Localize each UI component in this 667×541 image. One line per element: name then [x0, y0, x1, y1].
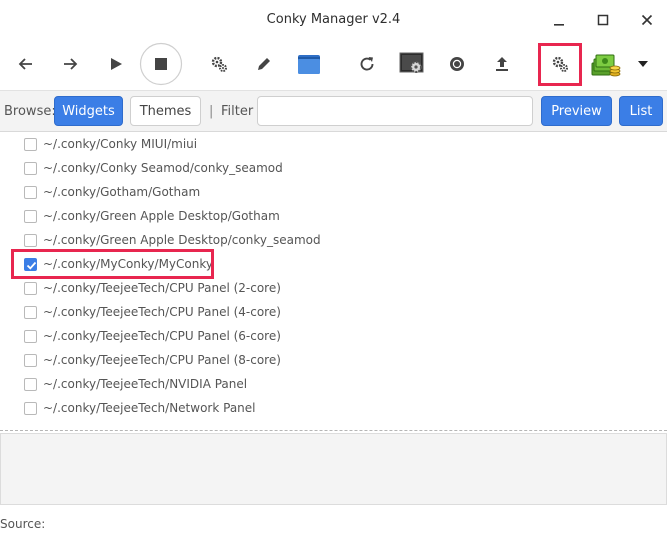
pane-splitter[interactable]: [0, 430, 667, 431]
list-item[interactable]: ~/.conky/TeejeeTech/CPU Panel (4-core): [0, 301, 667, 325]
list-item[interactable]: ~/.conky/Conky Seamod/conky_seamod: [0, 157, 667, 181]
forward-arrow-icon: [64, 58, 78, 70]
list-item-label: ~/.conky/Green Apple Desktop/conky_seamo…: [43, 233, 321, 247]
list-item[interactable]: ~/.conky/TeejeeTech/CPU Panel (2-core): [0, 277, 667, 301]
info-panel: [0, 433, 667, 505]
toolbar-separator: |: [209, 104, 214, 119]
pencil-icon: [258, 58, 270, 70]
preview-button[interactable]: Preview: [541, 96, 612, 126]
list-item-label: ~/.conky/Conky MIUI/miui: [43, 137, 198, 151]
stop-icon: [139, 42, 183, 86]
refresh-icon: [360, 57, 374, 71]
refresh-button[interactable]: [347, 44, 387, 84]
checkbox[interactable]: [24, 378, 37, 391]
minimize-icon: [554, 24, 564, 26]
list-item-label: ~/.conky/TeejeeTech/CPU Panel (6-core): [43, 329, 281, 343]
menu-dropdown-button[interactable]: [625, 44, 661, 84]
browse-label: Browse:: [4, 104, 56, 119]
checkbox[interactable]: [24, 354, 37, 367]
close-button[interactable]: [633, 8, 661, 32]
gears-button[interactable]: [199, 44, 239, 84]
record-button[interactable]: [437, 44, 477, 84]
checkbox[interactable]: [24, 162, 37, 175]
list-item[interactable]: ~/.conky/TeejeeTech/Network Panel: [0, 397, 667, 421]
checkbox[interactable]: [24, 306, 37, 319]
record-icon: [450, 57, 464, 71]
title-bar: Conky Manager v2.4: [0, 0, 667, 40]
minimize-button[interactable]: [545, 8, 573, 32]
checkbox[interactable]: [24, 138, 37, 151]
list-item[interactable]: ~/.conky/TeejeeTech/NVIDIA Panel: [0, 373, 667, 397]
open-folder-button[interactable]: [289, 44, 329, 84]
list-item-label: ~/.conky/TeejeeTech/CPU Panel (8-core): [43, 353, 281, 367]
list-item-label: ~/.conky/TeejeeTech/CPU Panel (2-core): [43, 281, 281, 295]
edit-button[interactable]: [244, 44, 284, 84]
checkbox[interactable]: [24, 282, 37, 295]
maximize-button[interactable]: [589, 8, 617, 32]
list-item[interactable]: ~/.conky/TeejeeTech/CPU Panel (8-core): [0, 349, 667, 373]
play-button[interactable]: [96, 44, 136, 84]
list-item-label: ~/.conky/TeejeeTech/Network Panel: [43, 401, 256, 415]
dropdown-arrow-icon: [638, 61, 648, 67]
list-item-label: ~/.conky/TeejeeTech/NVIDIA Panel: [43, 377, 248, 391]
list-item[interactable]: ~/.conky/Conky MIUI/miui: [0, 133, 667, 157]
list-item-label: ~/.conky/Gotham/Gotham: [43, 185, 201, 199]
donate-money-icon: [591, 54, 621, 77]
back-button[interactable]: [6, 44, 46, 84]
filter-input[interactable]: [257, 96, 533, 126]
stop-button[interactable]: [139, 42, 183, 86]
desktop-settings-icon: [399, 52, 424, 73]
close-icon: [641, 14, 653, 26]
list-item-label: ~/.conky/TeejeeTech/CPU Panel (4-core): [43, 305, 281, 319]
forward-button[interactable]: [50, 44, 90, 84]
widget-list: ~/.conky/Conky MIUI/miui ~/.conky/Conky …: [0, 131, 667, 429]
list-item[interactable]: ~/.conky/TeejeeTech/CPU Panel (6-core): [0, 325, 667, 349]
selected-item-highlight-box: [11, 249, 214, 279]
gears-icon: [211, 56, 227, 72]
list-button[interactable]: List: [619, 96, 663, 126]
widgets-button[interactable]: Widgets: [54, 96, 123, 126]
checkbox[interactable]: [24, 330, 37, 343]
maximize-icon: [597, 14, 609, 26]
settings-highlight-box: [538, 43, 582, 86]
checkbox[interactable]: [24, 210, 37, 223]
upload-button[interactable]: [482, 44, 522, 84]
donate-button[interactable]: [586, 44, 626, 84]
desktop-settings-button[interactable]: [392, 44, 432, 84]
filter-label: Filter: [221, 104, 254, 119]
back-arrow-icon: [18, 58, 32, 70]
list-item-label: ~/.conky/Conky Seamod/conky_seamod: [43, 161, 283, 175]
list-item-label: ~/.conky/Green Apple Desktop/Gotham: [43, 209, 280, 223]
checkbox[interactable]: [24, 402, 37, 415]
list-item[interactable]: ~/.conky/Green Apple Desktop/Gotham: [0, 205, 667, 229]
folder-icon: [298, 55, 320, 74]
browse-bar: Browse: Widgets Themes | Filter Preview …: [0, 90, 667, 132]
list-item[interactable]: ~/.conky/Gotham/Gotham: [0, 181, 667, 205]
checkbox[interactable]: [24, 186, 37, 199]
themes-button[interactable]: Themes: [130, 96, 201, 126]
checkbox[interactable]: [24, 234, 37, 247]
upload-icon: [496, 57, 508, 71]
play-icon: [111, 58, 122, 70]
status-source-label: Source:: [0, 517, 46, 531]
